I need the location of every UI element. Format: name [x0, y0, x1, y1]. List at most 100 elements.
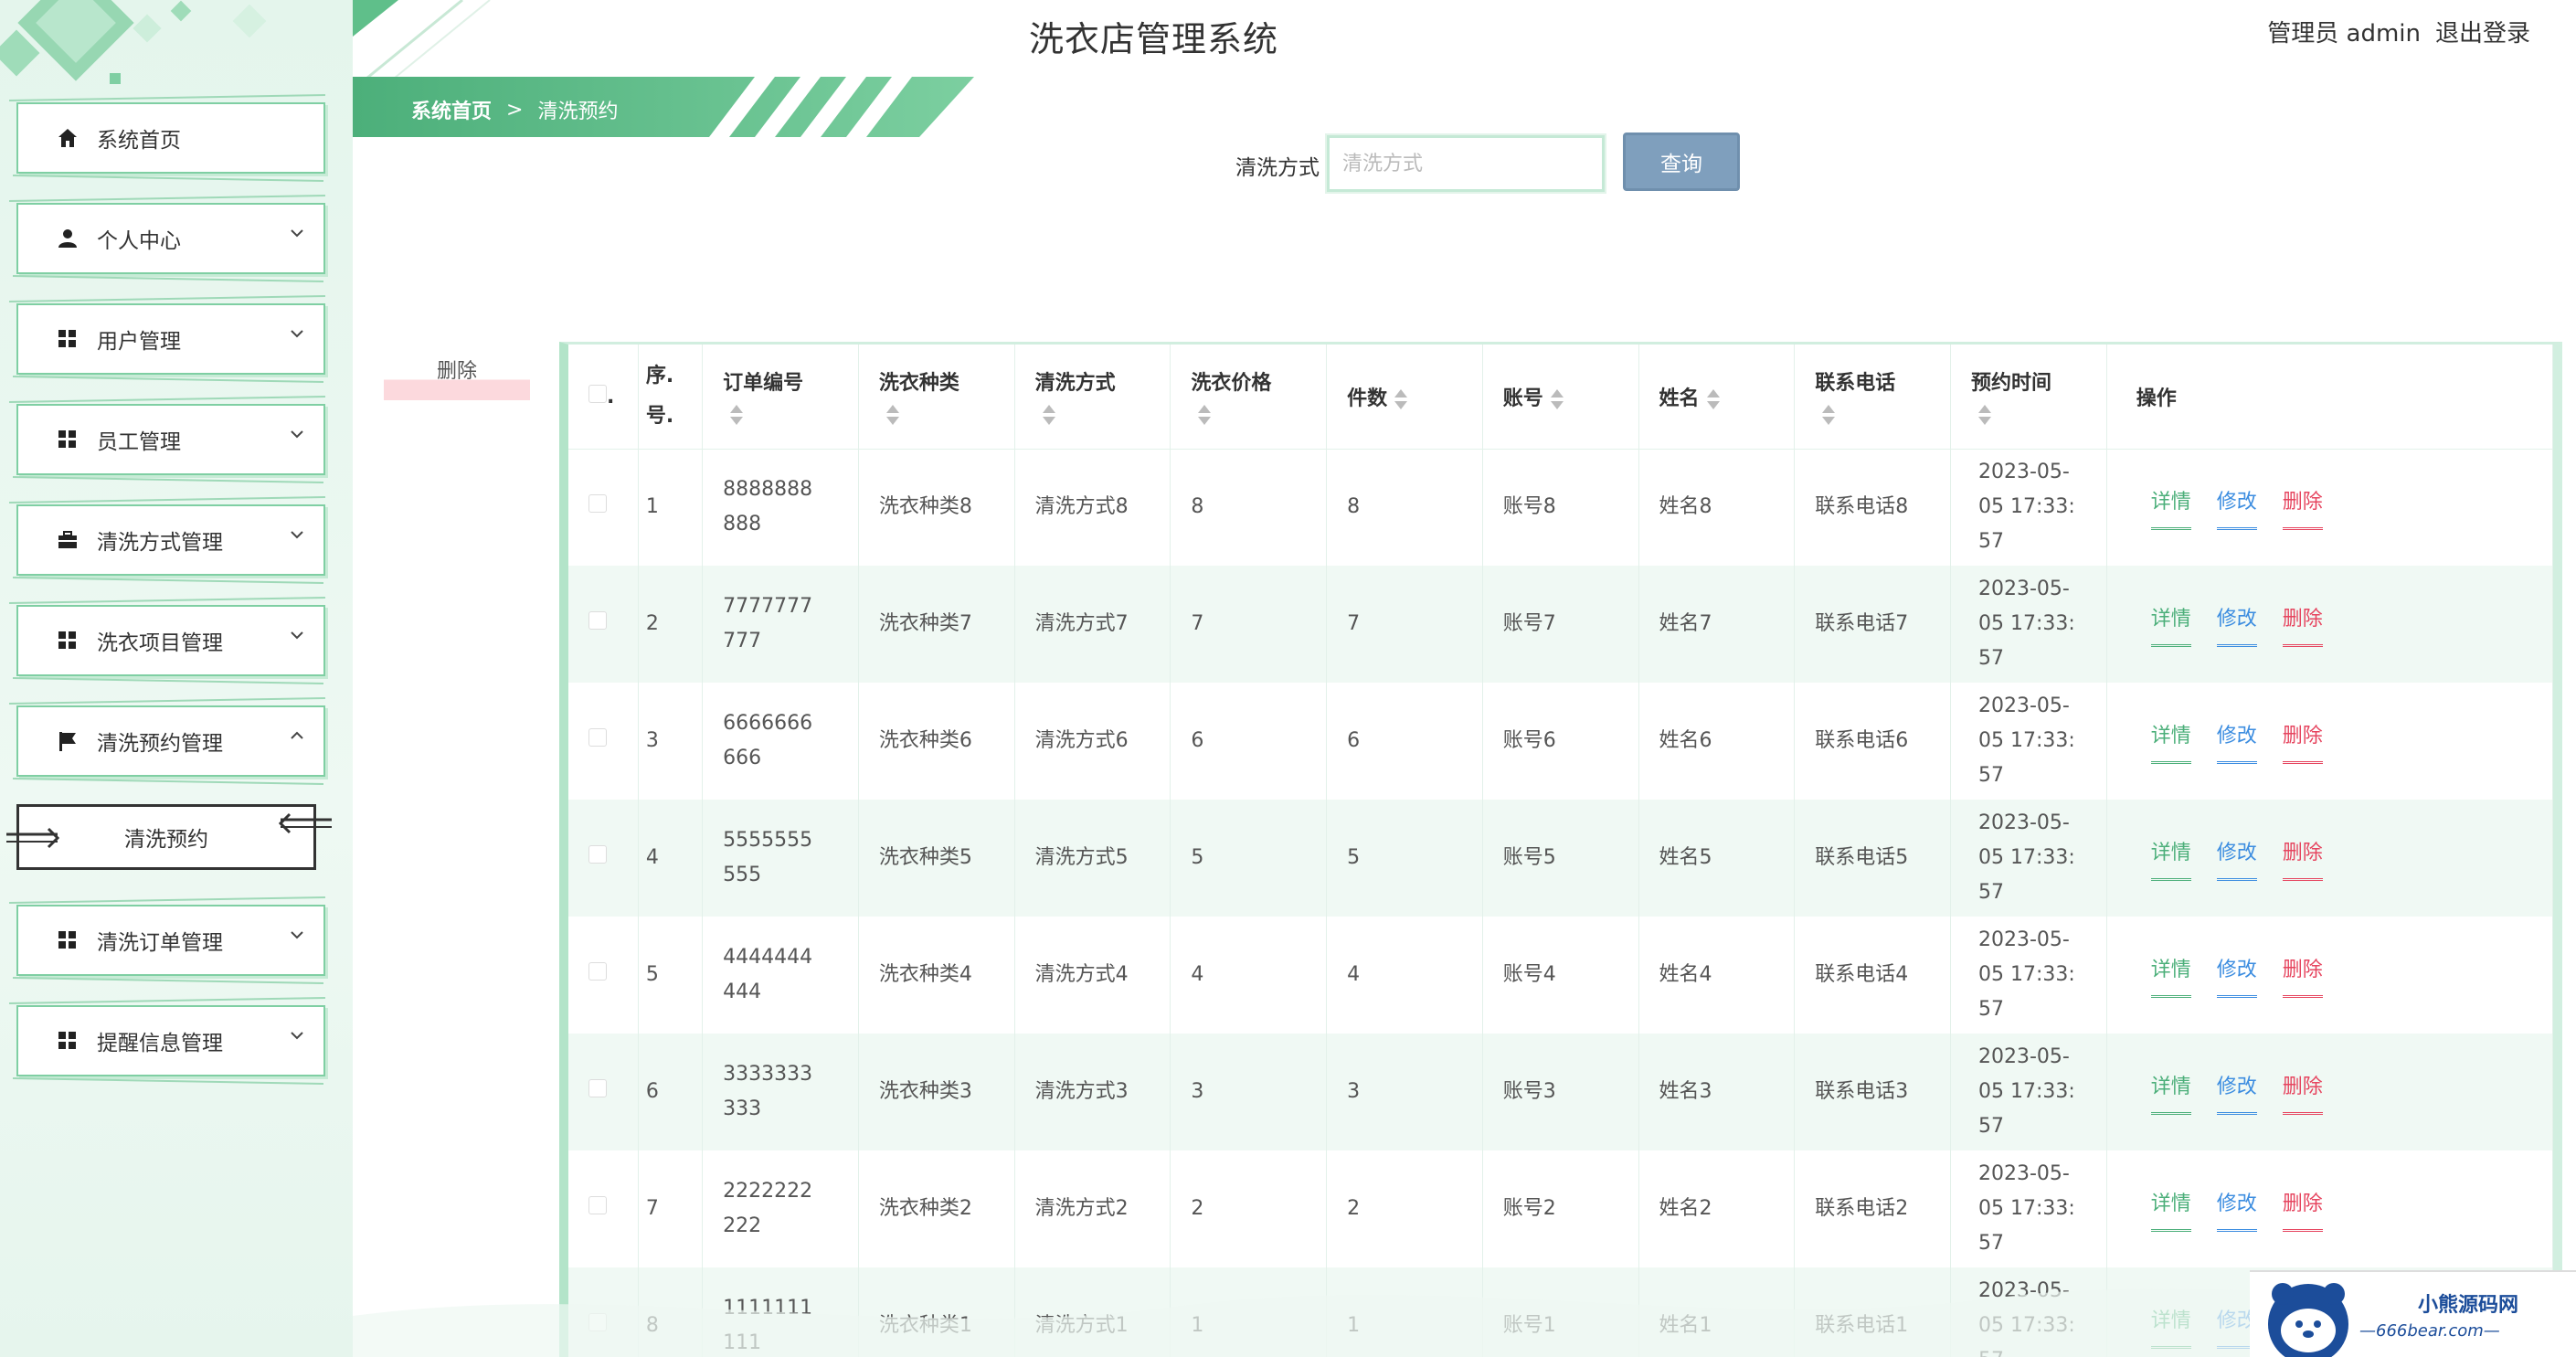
- grid-icon: [57, 1030, 79, 1052]
- order-no-line: 444: [723, 981, 762, 1003]
- row-select-cell: [568, 449, 639, 566]
- order-no-line: 8888888: [723, 478, 813, 502]
- row-checkbox[interactable]: [588, 611, 607, 630]
- cell-time: 2023-05- 05 17:33: 57: [1950, 683, 2107, 800]
- cell-phone: 联系电话3: [1794, 1034, 1951, 1150]
- time-line: 57: [1978, 1115, 2004, 1138]
- breadcrumb-home[interactable]: 系统首页: [411, 95, 492, 124]
- sidebar-item[interactable]: 清洗方式管理: [16, 504, 325, 576]
- search-input[interactable]: [1325, 133, 1606, 194]
- edit-link[interactable]: 修改: [2216, 719, 2257, 764]
- time-line: 57: [1978, 1232, 2004, 1255]
- sidebar-item[interactable]: 个人中心: [16, 203, 325, 274]
- time-line: 57: [1978, 998, 2004, 1021]
- select-all-dot: .: [607, 385, 615, 408]
- column-header-name[interactable]: 姓名: [1638, 345, 1796, 450]
- cell-order-no: 3333333 333: [702, 1034, 859, 1150]
- detail-link[interactable]: 详情: [2150, 485, 2191, 530]
- edit-link[interactable]: 修改: [2216, 953, 2257, 998]
- detail-link[interactable]: 详情: [2150, 1304, 2191, 1349]
- order-no-line: 333: [723, 1097, 762, 1120]
- sort-icon: [1706, 388, 1720, 409]
- detail-link[interactable]: 详情: [2150, 602, 2191, 647]
- row-checkbox[interactable]: [588, 494, 607, 514]
- order-no-line: 1111111: [723, 1297, 813, 1320]
- delete-link[interactable]: 删除: [2282, 602, 2323, 647]
- cell-time: 2023-05- 05 17:33: 57: [1950, 800, 2107, 917]
- cell-account: 账号7: [1482, 566, 1639, 683]
- user-info: 管理员 admin 退出登录: [2267, 15, 2530, 48]
- delete-link[interactable]: 删除: [2282, 1070, 2323, 1115]
- sidebar-item[interactable]: 提醒信息管理: [16, 1005, 325, 1076]
- delete-link[interactable]: 删除: [2282, 719, 2323, 764]
- column-header-method[interactable]: 清洗方式: [1014, 345, 1171, 450]
- cell-time: 2023-05- 05 17:33: 57: [1950, 917, 2107, 1034]
- detail-link[interactable]: 详情: [2150, 719, 2191, 764]
- column-header-kind[interactable]: 洗衣种类: [858, 345, 1015, 450]
- row-checkbox[interactable]: [588, 845, 607, 864]
- row-checkbox[interactable]: [588, 728, 607, 747]
- row-checkbox[interactable]: [588, 1313, 607, 1331]
- sidebar-item[interactable]: 清洗预约管理: [16, 705, 325, 777]
- batch-delete-button[interactable]: 删除: [384, 355, 530, 400]
- search-button[interactable]: 查询: [1623, 133, 1740, 191]
- detail-link[interactable]: 详情: [2150, 953, 2191, 998]
- sidebar-item[interactable]: 用户管理: [16, 303, 325, 375]
- sidebar-item[interactable]: 员工管理: [16, 404, 325, 475]
- chevron-up-icon: [289, 727, 305, 744]
- cell-phone: 联系电话6: [1794, 683, 1951, 800]
- delete-link[interactable]: 删除: [2282, 485, 2323, 530]
- cell-price: 2: [1170, 1150, 1328, 1267]
- column-header-phone[interactable]: 联系电话: [1794, 345, 1951, 450]
- edit-link[interactable]: 修改: [2216, 836, 2257, 881]
- row-checkbox[interactable]: [588, 962, 607, 981]
- sidebar-item[interactable]: 洗衣项目管理: [16, 605, 325, 676]
- time-line: 57: [1978, 1343, 2092, 1357]
- bear-logo-icon: [2268, 1283, 2348, 1357]
- column-header-order-no[interactable]: 订单编号: [702, 345, 859, 450]
- row-checkbox[interactable]: [588, 1079, 607, 1097]
- cell-index: 1: [638, 449, 704, 566]
- submenu-item-wash-booking[interactable]: 清洗预约: [6, 804, 332, 870]
- cell-price: 4: [1170, 917, 1328, 1034]
- edit-link[interactable]: 修改: [2216, 1070, 2257, 1115]
- sidebar-item-label: 清洗预约管理: [97, 732, 223, 756]
- row-select-cell: [568, 800, 639, 917]
- detail-link[interactable]: 详情: [2150, 836, 2191, 881]
- detail-link[interactable]: 详情: [2150, 1187, 2191, 1232]
- column-header-time[interactable]: 预约时间: [1950, 345, 2107, 450]
- detail-link[interactable]: 详情: [2150, 1070, 2191, 1115]
- row-checkbox[interactable]: [588, 1196, 607, 1214]
- sidebar-item-label: 清洗方式管理: [97, 531, 223, 555]
- delete-link[interactable]: 删除: [2282, 1187, 2323, 1232]
- header-decoration: [353, 0, 491, 82]
- cell-kind: 洗衣种类3: [858, 1034, 1015, 1150]
- cell-name: 姓名6: [1638, 683, 1796, 800]
- order-no-line: 6666666: [723, 712, 813, 735]
- arrow-left-icon: [278, 812, 332, 834]
- cell-count: 4: [1326, 917, 1483, 1034]
- delete-link[interactable]: 删除: [2282, 953, 2323, 998]
- cell-index: 3: [638, 683, 704, 800]
- cell-actions: 详情修改删除: [2106, 1150, 2553, 1267]
- column-header-price[interactable]: 洗衣价格: [1170, 345, 1328, 450]
- time-line: 05 17:33:: [1978, 495, 2075, 519]
- column-header-account[interactable]: 账号: [1482, 345, 1639, 450]
- cell-kind: 洗衣种类8: [858, 449, 1015, 566]
- edit-link[interactable]: 修改: [2216, 485, 2257, 530]
- sidebar-item[interactable]: 清洗订单管理: [16, 905, 325, 976]
- edit-link[interactable]: 修改: [2216, 1187, 2257, 1232]
- column-header-count[interactable]: 件数: [1326, 345, 1483, 450]
- time-line: 57: [1978, 530, 2004, 554]
- cell-actions: 详情修改删除: [2106, 683, 2553, 800]
- edit-link[interactable]: 修改: [2216, 602, 2257, 647]
- data-table: . 序. 号. 订单编号 洗衣种类 清洗方式 洗衣价格 件数 账号 姓名 联系电…: [559, 342, 2562, 1357]
- table-row: 2 7777777 777 洗衣种类7 清洗方式7 7 7 账号7 姓名7 联系电话7 2023-0…: [568, 566, 2553, 683]
- select-all-checkbox[interactable]: [588, 384, 607, 403]
- column-label: 订单编号: [723, 372, 804, 396]
- logout-button[interactable]: 退出登录: [2435, 15, 2530, 48]
- sort-icon: [885, 405, 899, 426]
- sidebar-item[interactable]: 系统首页: [16, 102, 325, 174]
- delete-link[interactable]: 删除: [2282, 836, 2323, 881]
- column-label: 洗衣价格: [1191, 372, 1272, 396]
